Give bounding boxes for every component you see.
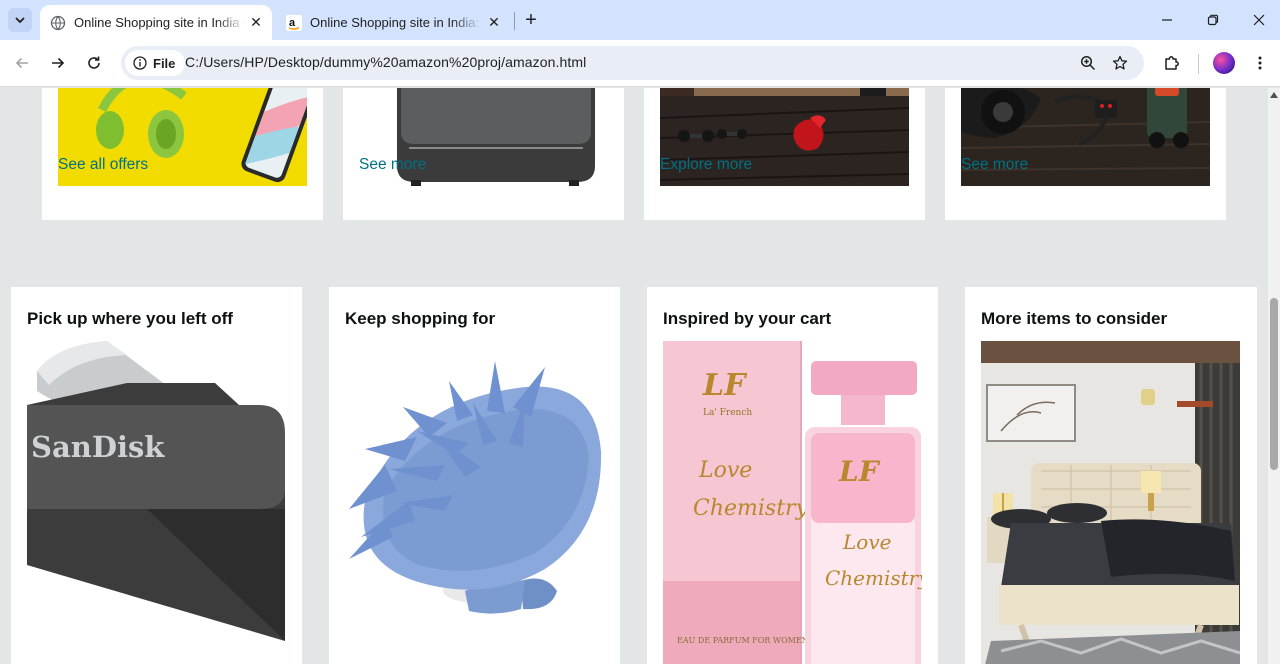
restore-icon <box>1207 14 1219 26</box>
puzzle-icon <box>1165 56 1179 70</box>
luggage-card: See more <box>343 88 624 220</box>
toolbar-separator <box>1198 54 1199 74</box>
close-tab-icon[interactable]: ✕ <box>486 14 502 30</box>
perfume-bottle-line1: Love <box>842 530 891 554</box>
arrow-right-icon <box>52 57 65 69</box>
minimize-icon <box>1162 19 1172 21</box>
zoom-button[interactable] <box>1076 51 1100 75</box>
perfume-box-subbrand: La' French <box>703 408 752 418</box>
explore-more-link[interactable]: Explore more <box>660 156 752 174</box>
extensions-button[interactable] <box>1160 51 1184 75</box>
site-info-chip[interactable]: File <box>125 50 186 76</box>
address-bar[interactable]: File C:/Users/HP/Desktop/dummy%20amazon%… <box>121 46 1144 80</box>
scrollbar-thumb[interactable] <box>1270 298 1278 470</box>
arrow-left-icon <box>15 57 28 69</box>
perfume-box-line1: Love <box>698 458 752 483</box>
perfume-bottle-line2: Chemistry <box>825 566 922 590</box>
offers-card: See all offers <box>42 88 323 220</box>
menu-button[interactable] <box>1248 51 1272 75</box>
bookmark-button[interactable] <box>1108 51 1132 75</box>
page-content: See all offers See more Explore more See… <box>0 88 1268 664</box>
scroll-up-button[interactable] <box>1268 90 1280 100</box>
tab-search-button[interactable] <box>8 8 32 32</box>
perfume-box-line2: Chemistry <box>693 496 809 521</box>
card-title: Pick up where you left off <box>27 309 233 328</box>
tab-inactive[interactable]: a Online Shopping site in India: Shop On… <box>278 5 510 40</box>
chevron-down-icon <box>15 17 25 24</box>
tab-title: Online Shopping site in India - Shop Onl… <box>74 15 246 30</box>
browser-toolbar: File C:/Users/HP/Desktop/dummy%20amazon%… <box>0 40 1280 87</box>
automotive-card: See more <box>945 88 1226 220</box>
reload-button[interactable] <box>82 51 106 75</box>
minimize-button[interactable] <box>1144 0 1190 40</box>
new-tab-button[interactable]: + <box>520 9 542 31</box>
card-title: Keep shopping for <box>345 309 496 328</box>
sandisk-product-image[interactable]: SanDisk <box>27 341 286 664</box>
tab-title: Online Shopping site in India: Shop Onli… <box>310 15 482 30</box>
pick-up-card: Pick up where you left off SanDisk <box>11 287 302 664</box>
back-button[interactable] <box>10 51 34 75</box>
site-info-label: File <box>153 55 176 71</box>
info-icon <box>133 56 147 70</box>
bed-image[interactable] <box>981 341 1240 664</box>
perfume-image[interactable]: LF La' French Love Chemistry EAU DE PARF… <box>663 341 922 664</box>
card-title: Inspired by your cart <box>663 309 832 328</box>
home-gym-card: Explore more <box>644 88 925 220</box>
close-icon <box>1253 14 1265 26</box>
close-window-button[interactable] <box>1236 0 1280 40</box>
restore-button[interactable] <box>1190 0 1236 40</box>
profile-avatar[interactable] <box>1213 52 1235 74</box>
page-scrollbar[interactable] <box>1268 88 1280 664</box>
sandisk-brand-text: SanDisk <box>31 430 165 464</box>
more-vert-icon <box>1258 56 1262 70</box>
tab-active[interactable]: Online Shopping site in India - Shop Onl… <box>40 5 272 40</box>
perfume-bottle-logo: LF <box>838 455 881 488</box>
see-more-link[interactable]: See more <box>961 156 1028 174</box>
scalp-massager-image[interactable] <box>345 341 604 664</box>
star-icon <box>1112 55 1128 70</box>
more-items-card: More items to consider <box>965 287 1257 664</box>
perfume-box-fine-print: EAU DE PARFUM FOR WOMEN <box>677 636 809 645</box>
globe-icon <box>50 15 66 31</box>
card-title: More items to consider <box>981 309 1168 328</box>
keep-shopping-card: Keep shopping for <box>329 287 620 664</box>
svg-text:a: a <box>289 17 296 29</box>
url-text[interactable]: C:/Users/HP/Desktop/dummy%20amazon%20pro… <box>185 54 586 70</box>
forward-button[interactable] <box>46 51 70 75</box>
perfume-box-logo: LF <box>702 368 748 403</box>
close-tab-icon[interactable]: ✕ <box>248 14 264 30</box>
zoom-icon <box>1080 55 1096 71</box>
amazon-favicon-icon: a <box>286 14 302 31</box>
tab-separator <box>514 12 515 30</box>
inspired-card: Inspired by your cart LF La' French Love… <box>647 287 938 664</box>
tab-strip: Online Shopping site in India - Shop Onl… <box>0 0 1280 40</box>
triangle-up-icon <box>1270 92 1278 98</box>
see-all-offers-link[interactable]: See all offers <box>58 156 148 174</box>
see-more-link[interactable]: See more <box>359 156 426 174</box>
reload-icon <box>88 56 100 69</box>
